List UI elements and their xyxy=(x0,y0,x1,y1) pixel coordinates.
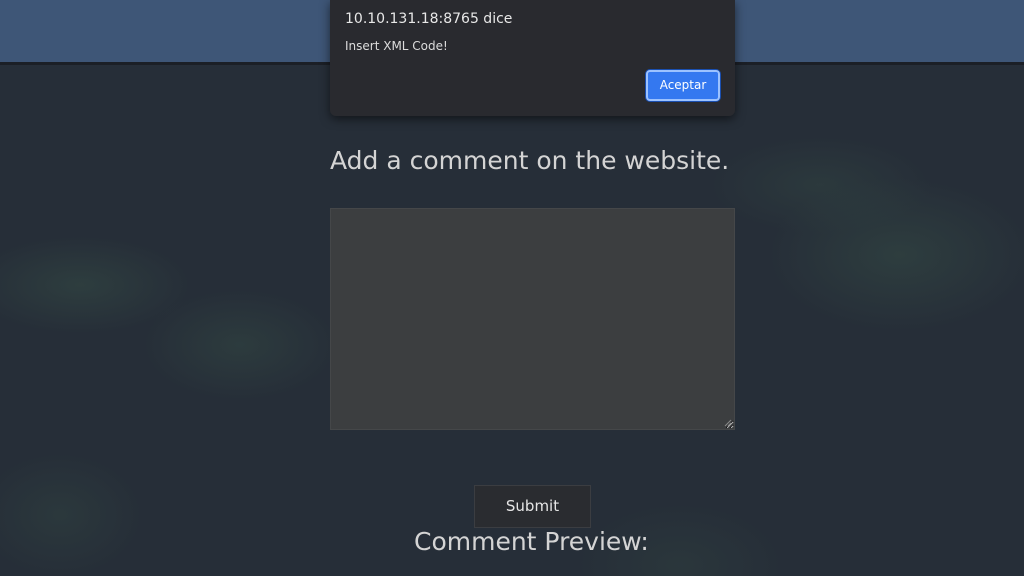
comment-textarea[interactable] xyxy=(330,208,735,430)
dialog-ok-button[interactable]: Aceptar xyxy=(646,70,720,101)
resize-grip-icon[interactable] xyxy=(724,419,732,427)
alert-dialog: 10.10.131.18:8765 dice Insert XML Code! … xyxy=(330,0,735,116)
comment-heading: Add a comment on the website. xyxy=(330,146,730,175)
comment-preview-heading: Comment Preview: xyxy=(414,527,649,556)
dialog-message-text: Insert XML Code! xyxy=(345,39,448,53)
submit-button[interactable]: Submit xyxy=(474,485,591,528)
dialog-origin-text: 10.10.131.18:8765 dice xyxy=(345,11,513,27)
